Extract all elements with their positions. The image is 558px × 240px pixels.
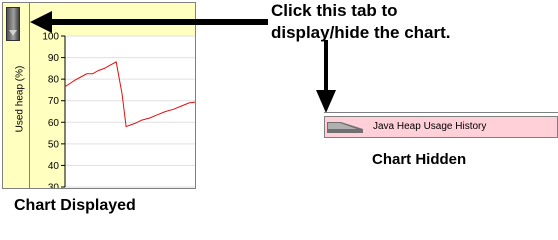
chart-hidden-bar-label: Java Heap Usage History [373,121,487,132]
y-tick-label: 80 [48,75,60,86]
chart-toggle-tab-icon[interactable] [327,120,365,134]
callout-line-1: Click this tab to [271,1,398,20]
arrow-left-icon [30,11,268,33]
plot-area [65,36,195,187]
y-axis-title: Used heap (%) [14,65,26,133]
y-tick-label: 30 [48,183,60,190]
y-tick-label: 70 [48,96,60,107]
y-tick-label: 90 [48,53,60,64]
callout-line-2: display/hide the chart. [271,23,451,42]
y-tick-label: 40 [48,161,60,172]
chart-hidden-bar: Java Heap Usage History [324,116,558,138]
caption-chart-displayed: Chart Displayed [14,197,136,214]
chart-toggle-tab[interactable]: Used heap (%) [3,3,30,188]
chart-toggle-tab-icon[interactable] [6,7,20,41]
arrow-down-icon [316,40,336,113]
y-tick-label: 60 [48,118,60,129]
y-tick-label: 50 [48,139,60,150]
callout-text: Click this tab to display/hide the chart… [271,0,551,44]
caption-chart-hidden: Chart Hidden [372,151,467,168]
